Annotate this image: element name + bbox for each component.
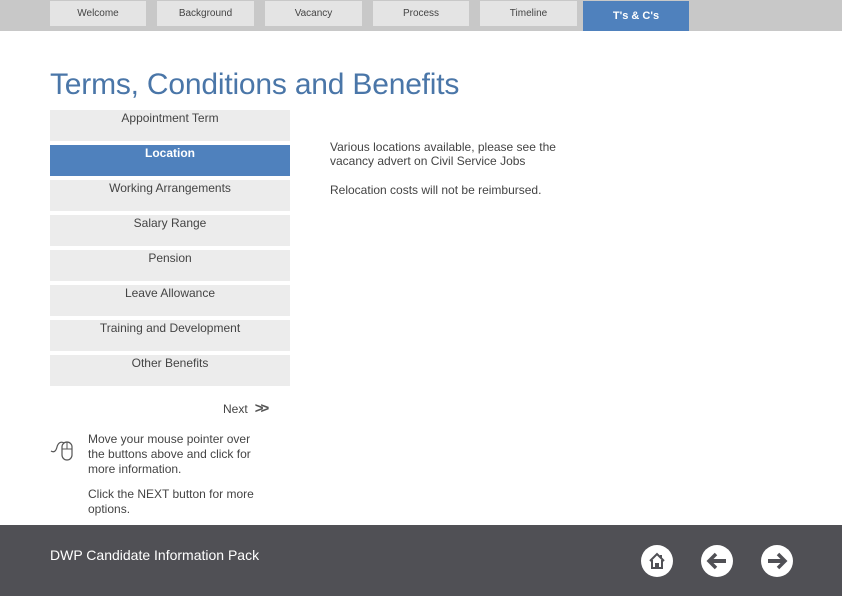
menu-item-salary-range[interactable]: Salary Range xyxy=(50,215,290,246)
menu-item-location[interactable]: Location xyxy=(50,145,290,176)
detail-panel: Various locations available, please see … xyxy=(330,140,590,212)
menu-item-appointment-term[interactable]: Appointment Term xyxy=(50,110,290,141)
home-button[interactable] xyxy=(641,545,673,577)
tab-welcome[interactable]: Welcome xyxy=(50,1,146,26)
menu-item-leave-allowance[interactable]: Leave Allowance xyxy=(50,285,290,316)
forward-button[interactable] xyxy=(761,545,793,577)
menu-item-label: Pension xyxy=(148,251,192,265)
tab-timeline[interactable]: Timeline xyxy=(480,1,577,26)
next-button[interactable]: Next >> xyxy=(223,400,269,417)
detail-paragraph: Various locations available, please see … xyxy=(330,140,556,168)
double-chevron-right-icon: >> xyxy=(254,400,269,417)
menu-item-label: Location xyxy=(145,146,195,160)
menu-item-label: Working Arrangements xyxy=(109,181,231,195)
hint-next-instruction: Click the NEXT button for more options. xyxy=(88,487,254,516)
tab-terms-and-conditions[interactable]: T's & C's xyxy=(583,1,689,31)
menu-item-working-arrangements[interactable]: Working Arrangements xyxy=(50,180,290,211)
back-button[interactable] xyxy=(701,545,733,577)
arrow-right-icon xyxy=(768,552,788,570)
menu-item-other-benefits[interactable]: Other Benefits xyxy=(50,355,290,386)
menu-item-pension[interactable]: Pension xyxy=(50,250,290,281)
tab-vacancy[interactable]: Vacancy xyxy=(265,1,362,26)
menu-item-label: Training and Development xyxy=(99,321,241,335)
next-label: Next xyxy=(223,402,248,416)
arrow-left-icon xyxy=(706,552,726,570)
home-icon xyxy=(649,552,665,569)
top-navigation-bar: Welcome Background Vacancy Process Timel… xyxy=(0,0,842,31)
menu-item-label: Other Benefits xyxy=(131,356,209,370)
footer-bar: DWP Candidate Information Pack xyxy=(0,525,842,596)
tab-process[interactable]: Process xyxy=(373,1,469,26)
mouse-icon xyxy=(50,441,73,461)
menu-item-label: Salary Range xyxy=(133,216,207,230)
page-title: Terms, Conditions and Benefits xyxy=(50,68,460,101)
hint-instruction: Move your mouse pointer over the buttons… xyxy=(88,432,251,476)
menu-item-training-and-development[interactable]: Training and Development xyxy=(50,320,290,351)
menu-item-label: Leave Allowance xyxy=(124,286,216,300)
tab-background[interactable]: Background xyxy=(157,1,254,26)
detail-paragraph: Relocation costs will not be reimbursed. xyxy=(330,183,542,197)
footer-title: DWP Candidate Information Pack xyxy=(50,547,260,563)
menu-item-label: Appointment Term xyxy=(121,111,219,125)
instructions: Move your mouse pointer over the buttons… xyxy=(88,432,258,527)
